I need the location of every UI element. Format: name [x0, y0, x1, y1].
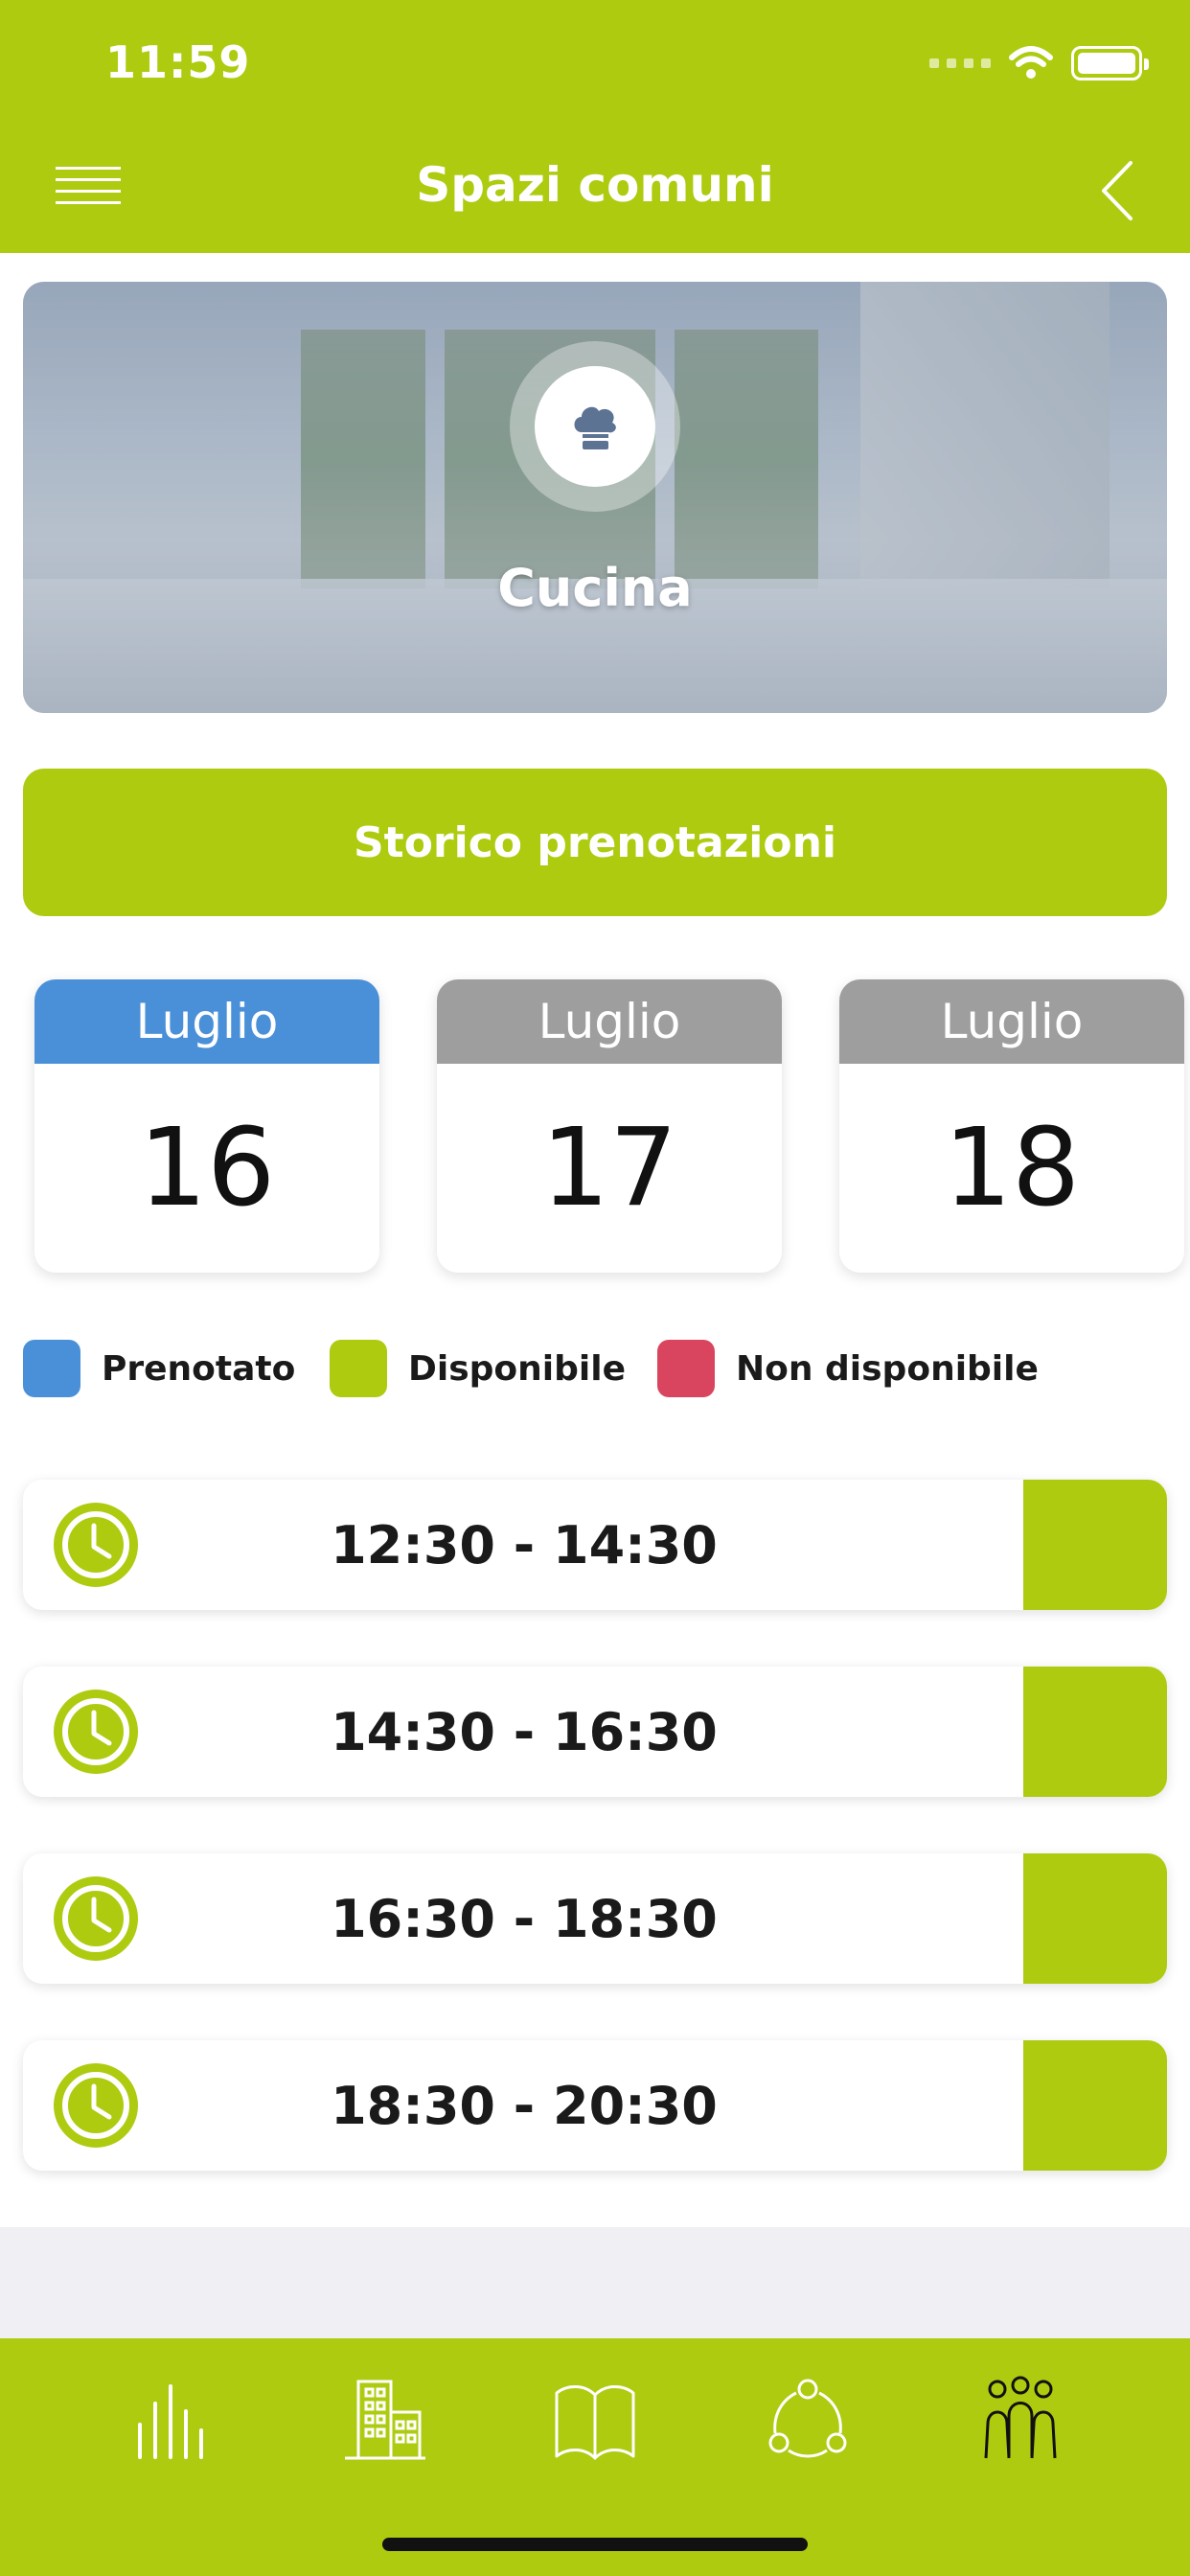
- time-slot-label: 16:30 - 18:30: [331, 1888, 718, 1949]
- battery-icon: [1071, 46, 1149, 80]
- availability-status-indicator: [1023, 1667, 1167, 1797]
- content-footer-spacer: [0, 2227, 1190, 2338]
- tab-book[interactable]: [542, 2367, 648, 2472]
- cellular-signal-icon: [929, 58, 991, 68]
- date-month: Luglio: [839, 979, 1184, 1064]
- date-day: 17: [540, 1106, 678, 1230]
- legend-swatch-booked: [23, 1340, 80, 1397]
- legend-item: Non disponibile: [657, 1340, 1039, 1397]
- date-selector: Luglio 16 Luglio 17 Luglio 18: [0, 979, 1190, 1276]
- date-day: 18: [943, 1106, 1081, 1230]
- nav-bar: Spazi comuni: [0, 128, 1190, 253]
- legend-item: Disponibile: [330, 1340, 626, 1397]
- booking-history-button[interactable]: Storico prenotazioni: [23, 769, 1167, 916]
- date-card[interactable]: Luglio 18: [839, 979, 1184, 1273]
- time-slot-row[interactable]: 14:30 - 16:30: [23, 1667, 1167, 1797]
- date-month: Luglio: [34, 979, 379, 1064]
- back-chevron-icon[interactable]: [1094, 157, 1142, 224]
- date-month: Luglio: [437, 979, 782, 1064]
- time-slot-row[interactable]: 12:30 - 14:30: [23, 1480, 1167, 1610]
- time-slot-label: 18:30 - 20:30: [331, 2075, 718, 2136]
- chef-hat-icon: [535, 366, 655, 487]
- legend-item: Prenotato: [23, 1340, 295, 1397]
- legend-label: Non disponibile: [736, 1348, 1039, 1389]
- home-indicator: [382, 2538, 808, 2551]
- status-time: 11:59: [105, 36, 251, 88]
- date-card[interactable]: Luglio 16: [34, 979, 379, 1273]
- space-name: Cucina: [497, 558, 693, 618]
- tab-building[interactable]: [331, 2367, 436, 2472]
- availability-status-indicator: [1023, 1480, 1167, 1610]
- tab-stats[interactable]: [117, 2367, 222, 2472]
- space-hero-card: Cucina: [23, 282, 1167, 713]
- status-bar: 11:59: [0, 0, 1190, 128]
- time-slot-label: 12:30 - 14:30: [331, 1514, 718, 1576]
- legend: Prenotato Disponibile Non disponibile: [23, 1340, 1167, 1397]
- share-network-icon: [768, 2379, 847, 2458]
- legend-label: Prenotato: [102, 1348, 296, 1389]
- building-icon: [345, 2380, 425, 2460]
- availability-status-indicator: [1023, 1853, 1167, 1984]
- tab-share[interactable]: [755, 2367, 860, 2472]
- legend-swatch-available: [330, 1340, 387, 1397]
- status-icons: [929, 46, 1149, 80]
- wifi-icon: [1009, 46, 1053, 79]
- bar-chart-icon: [138, 2384, 203, 2459]
- legend-label: Disponibile: [408, 1348, 626, 1389]
- availability-status-indicator: [1023, 2040, 1167, 2171]
- people-icon: [984, 2376, 1057, 2459]
- time-slot-row[interactable]: 16:30 - 18:30: [23, 1853, 1167, 1984]
- time-slot-row[interactable]: 18:30 - 20:30: [23, 2040, 1167, 2171]
- book-icon: [555, 2385, 635, 2460]
- date-day: 16: [138, 1106, 276, 1230]
- legend-swatch-unavailable: [657, 1340, 715, 1397]
- page-title: Spazi comuni: [416, 157, 774, 213]
- tab-community[interactable]: [968, 2367, 1073, 2472]
- date-card[interactable]: Luglio 17: [437, 979, 782, 1273]
- time-slot-label: 14:30 - 16:30: [331, 1701, 718, 1762]
